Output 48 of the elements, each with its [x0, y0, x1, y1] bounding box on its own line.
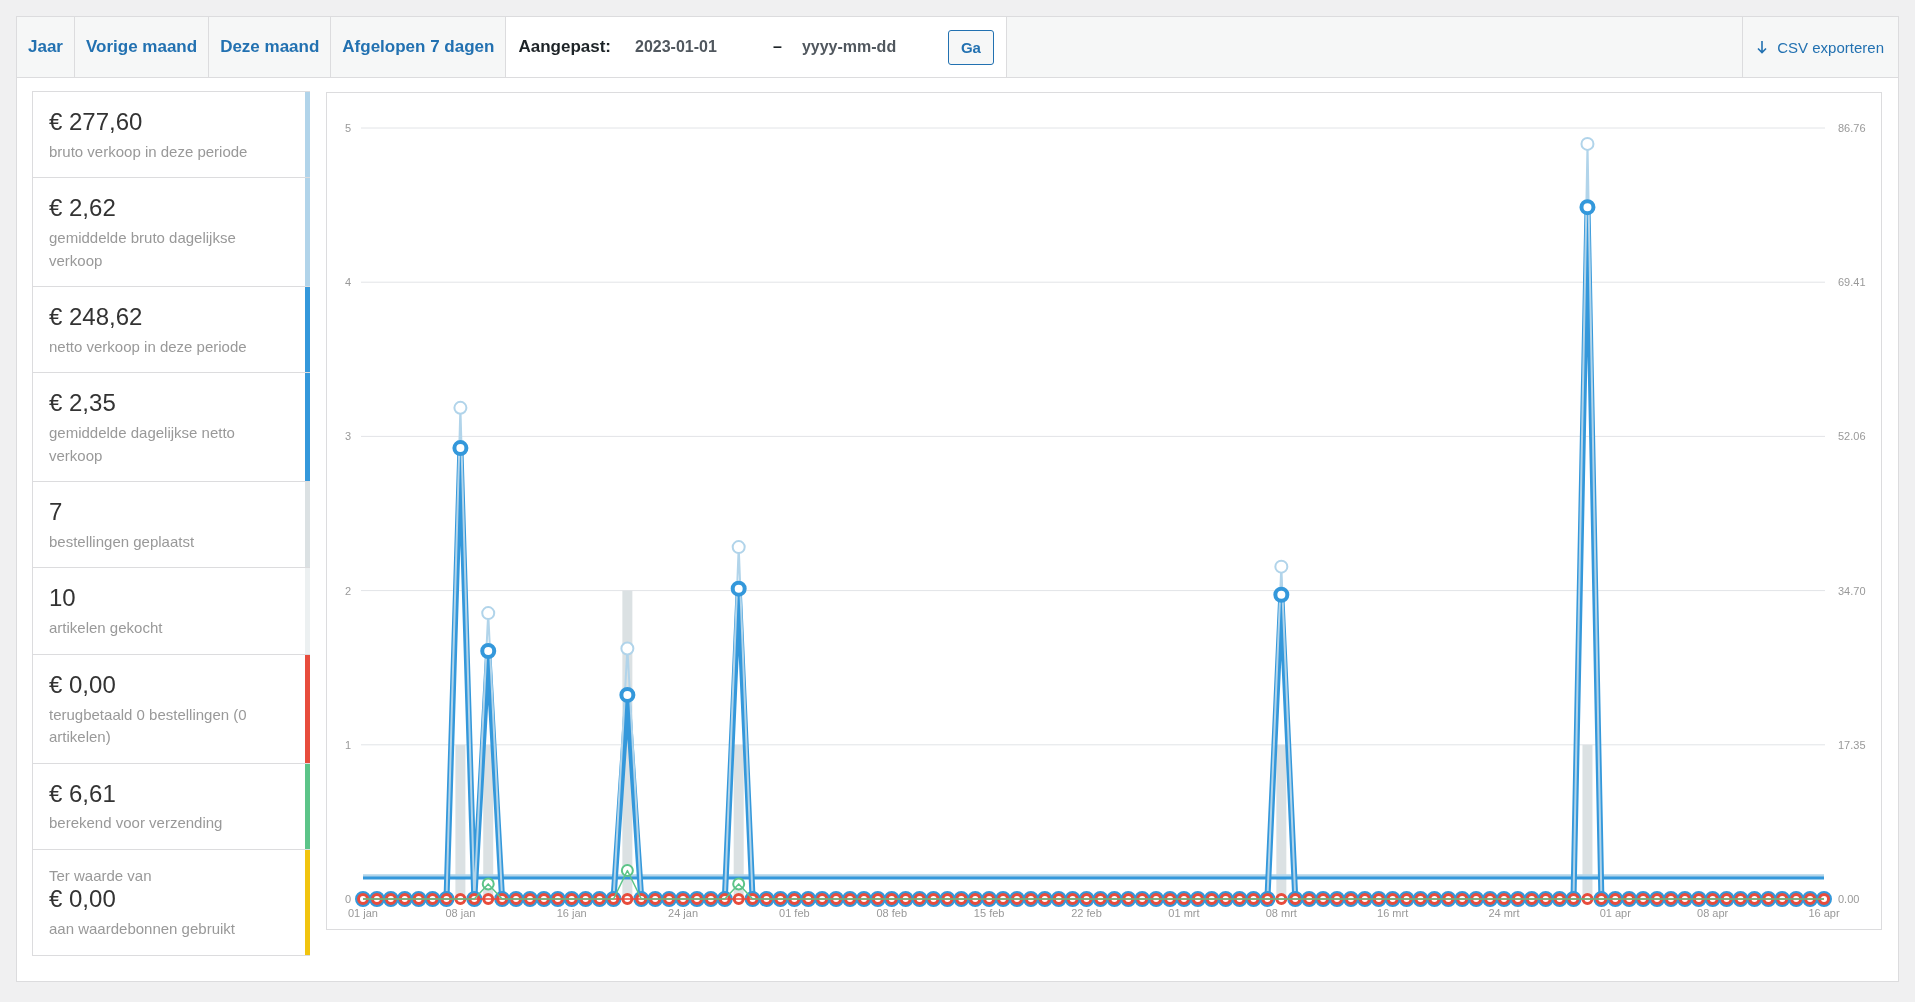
- axis-label: 34.70: [1838, 584, 1866, 597]
- legend-value: € 0,00: [49, 670, 117, 700]
- axis-label: 0.00: [1838, 893, 1860, 905]
- axis-label: 2: [344, 584, 351, 597]
- axis-label: 86.76: [1838, 122, 1866, 134]
- legend-label: gemiddelde bruto dagelijkse verkoop: [49, 228, 237, 271]
- axis-label: 15 feb: [973, 907, 1005, 919]
- axis-label: 0: [344, 893, 351, 905]
- axis-label: 16 apr: [1808, 907, 1840, 919]
- legend-label: netto verkoop in deze periode: [49, 336, 248, 357]
- legend-label: artikelen gekocht: [49, 618, 164, 639]
- legend-value: € 2,62: [49, 194, 117, 224]
- legend-label: bestellingen geplaatst: [49, 532, 196, 552]
- legend-value: € 0,00: [49, 885, 117, 915]
- legend-value: € 248,62: [49, 303, 144, 332]
- axis-label: 08 apr: [1697, 907, 1729, 919]
- legend-value: 7: [49, 498, 64, 527]
- legend-label: berekend voor verzending: [49, 813, 224, 834]
- axis-label: 16 mrt: [1377, 907, 1409, 919]
- legend-value: 10: [49, 584, 77, 614]
- axis-label: 01 mrt: [1168, 907, 1200, 919]
- axis-label: 5: [344, 122, 351, 134]
- axis-label: 1: [344, 738, 351, 751]
- legend-label: gemiddelde dagelijkse netto verkoop: [49, 423, 236, 466]
- axis-label: 22 feb: [1071, 907, 1102, 919]
- date-separator: –: [773, 38, 782, 56]
- axis-label: 17.35: [1838, 738, 1866, 751]
- axis-label: 24 jan: [668, 907, 698, 919]
- custom-range-label: Aangepast:: [518, 37, 611, 57]
- legend-prefix: Ter waarde van: [49, 865, 153, 886]
- axis-label: 01 feb: [779, 907, 810, 919]
- axis-label: 3: [344, 430, 351, 443]
- axis-label: 16 jan: [556, 907, 587, 919]
- axis-label: 69.41: [1838, 276, 1866, 289]
- legend-value: € 2,35: [49, 389, 117, 419]
- axis-label: 08 feb: [876, 907, 908, 919]
- axis-label: 08 jan: [445, 907, 476, 919]
- axis-label: 52.06: [1838, 430, 1866, 443]
- legend-value: € 6,61: [49, 779, 117, 809]
- legend-label: aan waardebonnen gebruikt: [49, 919, 236, 940]
- axis-label: 01 apr: [1599, 907, 1631, 919]
- legend-label: bruto verkoop in deze periode: [49, 141, 249, 162]
- axis-label: 08 mrt: [1265, 907, 1297, 919]
- legend-label: terugbetaald 0 bestellingen (0 artikelen): [49, 704, 248, 748]
- axis-label: 4: [344, 276, 351, 289]
- legend-value: € 277,60: [49, 108, 144, 137]
- axis-label: 01 jan: [348, 907, 378, 919]
- axis-label: 24 mrt: [1488, 907, 1520, 919]
